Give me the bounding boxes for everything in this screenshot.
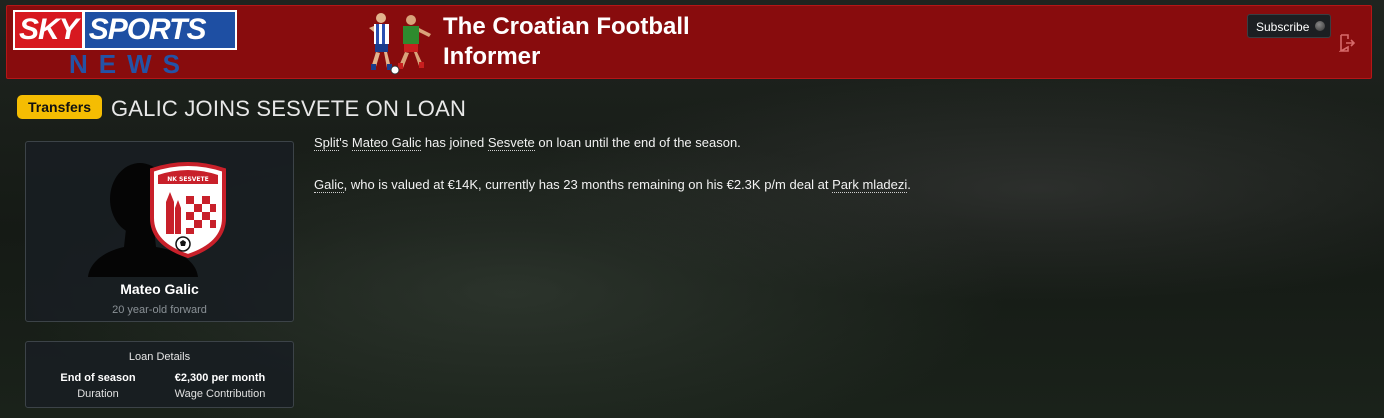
text-segment: has joined	[424, 135, 485, 150]
player-link[interactable]: Mateo Galic	[351, 135, 422, 151]
loan-wage-label: Wage Contribution	[174, 388, 266, 400]
text-segment: .	[907, 177, 911, 192]
article-paragraph-1: Split's Mateo Galic has joined Sesvete o…	[314, 133, 1074, 153]
text-segment: on loan until the end of the season.	[538, 135, 741, 150]
exit-icon[interactable]	[1339, 34, 1355, 52]
loan-wage: €2,300 per month Wage Contribution	[160, 372, 280, 400]
players-illustration	[369, 13, 431, 75]
loan-details-title: Loan Details	[128, 351, 191, 363]
player-link[interactable]: Galic	[314, 177, 344, 193]
logo-sky: SKY	[15, 12, 82, 48]
player-description: 20 year-old forward	[112, 304, 207, 316]
club-link-sesvete[interactable]: Sesvete	[487, 135, 535, 151]
subscribe-label: Subscribe	[1256, 20, 1310, 34]
club-link-split[interactable]: Split	[314, 135, 340, 151]
article-paragraph-2: Galic, who is valued at €14K, currently …	[314, 175, 1074, 195]
logo-news: NEWS	[69, 49, 191, 79]
player-name[interactable]: Mateo Galic	[26, 281, 293, 297]
crest-text: NK SESVETE	[167, 176, 208, 183]
sky-sports-news-logo: SKY SPORTS NEWS	[13, 10, 237, 80]
loan-wage-value: €2,300 per month	[174, 372, 266, 384]
subscribe-toggle[interactable]: Subscribe	[1247, 14, 1331, 38]
loan-duration: End of season Duration	[38, 372, 158, 400]
club-link-park-mladezi[interactable]: Park mladezi	[832, 177, 908, 193]
article-body: Split's Mateo Galic has joined Sesvete o…	[314, 133, 1074, 217]
loan-details-panel: Loan Details End of season Duration €2,3…	[25, 341, 294, 408]
club-crest-icon: NK SESVETE	[150, 162, 226, 258]
news-banner: SKY SPORTS NEWS The Croatian Football In…	[6, 5, 1372, 79]
banner-title: The Croatian Football Informer	[443, 13, 690, 70]
text-possessive: 's	[339, 135, 349, 150]
player-card[interactable]: NK SESVETE Mateo Galic 20 year-old forwa…	[25, 141, 294, 322]
loan-duration-label: Duration	[77, 388, 119, 400]
toggle-dot-icon	[1315, 21, 1325, 31]
logo-sports: SPORTS	[84, 12, 235, 48]
category-tag[interactable]: Transfers	[17, 95, 103, 119]
article-headline: GALIC JOINS SESVETE ON LOAN	[111, 96, 467, 121]
text-segment: , who is valued at €14K, currently has 2…	[343, 177, 829, 192]
loan-duration-value: End of season	[60, 372, 136, 384]
